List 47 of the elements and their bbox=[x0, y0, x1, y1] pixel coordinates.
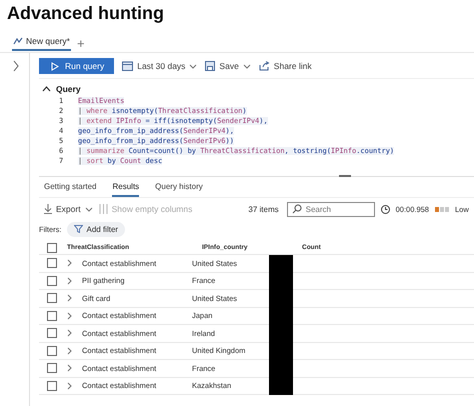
row-checkbox[interactable] bbox=[47, 363, 57, 374]
filter-icon bbox=[74, 225, 82, 233]
expand-row-icon[interactable] bbox=[67, 329, 72, 338]
select-all-checkbox[interactable] bbox=[47, 242, 57, 252]
clock-icon bbox=[380, 204, 390, 214]
usage-meter-icon bbox=[434, 206, 449, 212]
query-section-toggle[interactable]: Query bbox=[42, 84, 81, 94]
search-field[interactable]: Search bbox=[286, 202, 375, 216]
chevron-down-icon bbox=[84, 206, 93, 212]
expand-row-icon[interactable] bbox=[67, 312, 72, 320]
expand-row-icon[interactable] bbox=[67, 346, 72, 355]
results-tab[interactable]: Query history bbox=[155, 182, 203, 197]
time-range-dropdown[interactable]: Last 30 days bbox=[122, 61, 198, 71]
run-query-button[interactable]: Run query bbox=[39, 58, 114, 74]
page-title: Advanced hunting bbox=[6, 2, 165, 25]
row-checkbox[interactable] bbox=[47, 380, 57, 391]
expand-row-icon[interactable] bbox=[67, 294, 72, 302]
expand-row-icon[interactable] bbox=[67, 276, 72, 285]
row-checkbox[interactable] bbox=[47, 293, 57, 304]
columns-icon bbox=[98, 204, 108, 214]
chevron-down-icon bbox=[189, 64, 198, 68]
item-count: 37 items bbox=[248, 204, 279, 214]
share-icon bbox=[258, 61, 270, 71]
expand-row-icon[interactable] bbox=[67, 364, 72, 372]
expand-row-icon[interactable] bbox=[67, 259, 72, 268]
add-tab-button[interactable]: + bbox=[76, 37, 85, 50]
row-checkbox[interactable] bbox=[47, 310, 57, 321]
export-dropdown[interactable]: Export bbox=[44, 204, 93, 214]
save-icon bbox=[205, 61, 216, 71]
row-checkbox[interactable] bbox=[47, 346, 57, 356]
save-dropdown[interactable]: Save bbox=[205, 61, 251, 71]
share-link-button[interactable]: Share link bbox=[258, 61, 312, 71]
chevron-down-icon bbox=[242, 64, 251, 68]
row-checkbox[interactable] bbox=[47, 328, 57, 338]
row-checkbox[interactable] bbox=[47, 276, 57, 286]
expand-row-icon[interactable] bbox=[67, 382, 72, 390]
chevron-icon bbox=[42, 86, 51, 92]
row-checkbox[interactable] bbox=[47, 258, 57, 268]
query-tab[interactable]: New query* bbox=[12, 36, 71, 51]
expand-icon[interactable] bbox=[12, 60, 20, 72]
download-icon bbox=[44, 204, 52, 214]
results-tab[interactable]: Getting started bbox=[44, 182, 96, 197]
play-icon bbox=[51, 62, 59, 70]
calendar-icon bbox=[122, 61, 134, 71]
results-tab[interactable]: Results bbox=[112, 182, 140, 197]
add-filter-button[interactable]: Add filter bbox=[66, 222, 126, 236]
query-icon bbox=[13, 37, 23, 45]
